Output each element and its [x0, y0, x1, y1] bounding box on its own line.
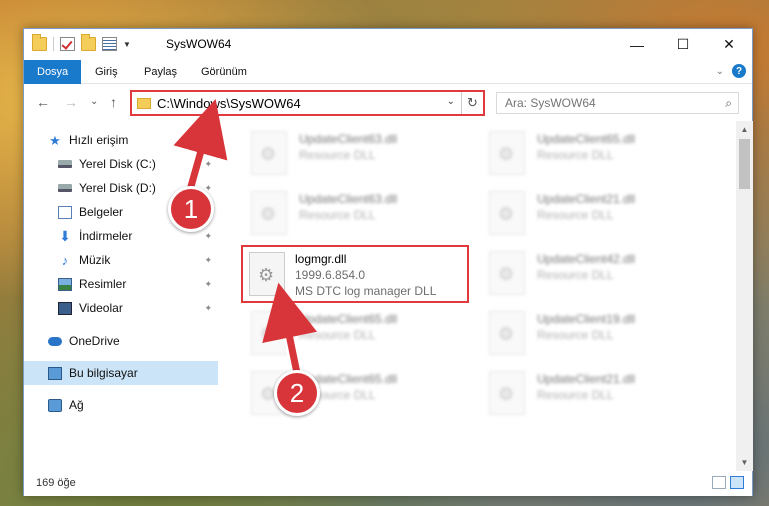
annotation-arrows [173, 99, 318, 384]
annotation-badge-2: 2 [274, 370, 320, 416]
annotation-badge-1: 1 [168, 186, 214, 232]
